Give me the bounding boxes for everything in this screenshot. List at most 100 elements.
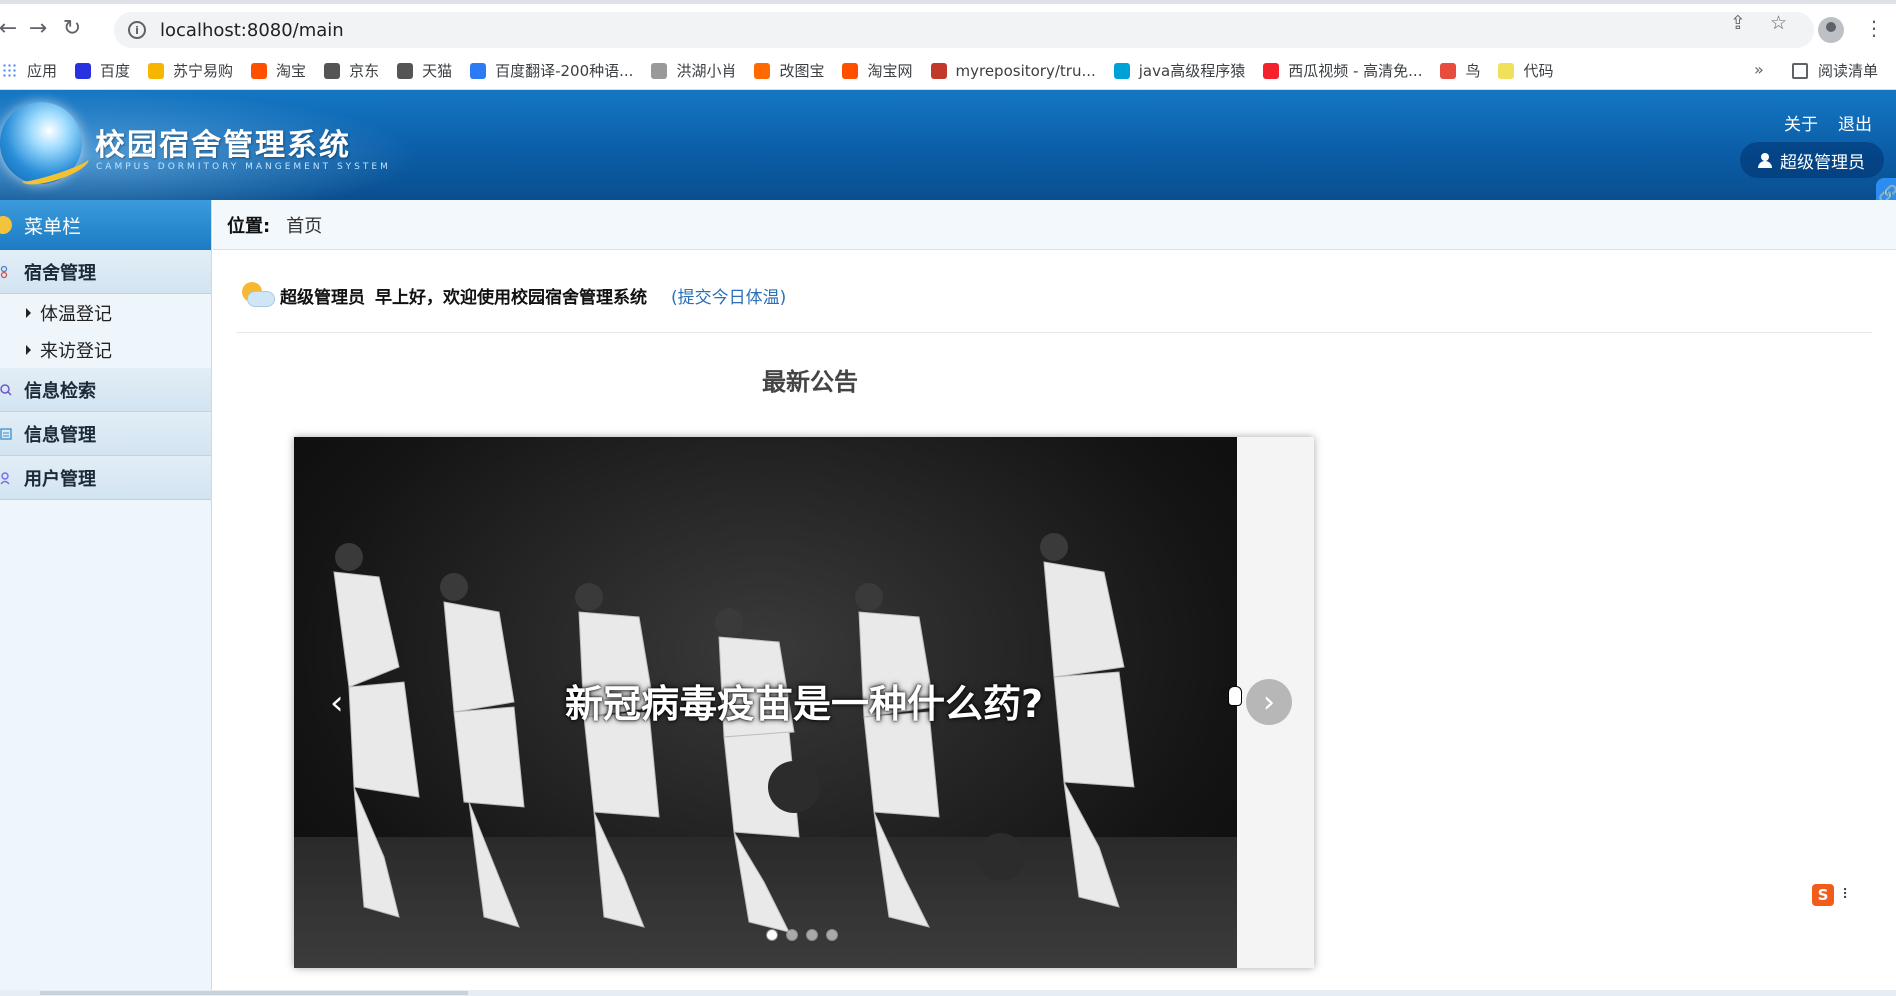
share-icon[interactable]: ⇪: [1730, 12, 1746, 34]
forward-icon[interactable]: →: [24, 14, 52, 42]
bookmark-favicon-icon: [1113, 62, 1130, 79]
bookmark-item[interactable]: 洪湖小肖: [651, 60, 736, 81]
carousel-prev-button[interactable]: ‹: [330, 683, 344, 723]
menu-icon[interactable]: ⋮: [1864, 16, 1884, 40]
bookmark-label: 淘宝网: [867, 62, 913, 80]
weather-icon: [238, 280, 276, 310]
bookmark-item[interactable]: 改图宝: [754, 60, 824, 81]
bookmark-item[interactable]: 应用: [2, 60, 57, 81]
user-icon: [0, 472, 10, 485]
logout-link[interactable]: 退出: [1838, 110, 1872, 135]
profile-avatar[interactable]: [1818, 17, 1844, 43]
carousel-dot[interactable]: [806, 929, 818, 941]
back-icon[interactable]: ←: [0, 14, 22, 42]
bookmark-item[interactable]: 淘宝: [251, 60, 306, 81]
bookmark-favicon-icon: [2, 62, 18, 79]
sogou-ime-icon[interactable]: S: [1812, 884, 1834, 906]
bookmark-label: 百度: [100, 62, 131, 80]
carousel-caption[interactable]: 新冠病毒疫苗是一种什么药?: [294, 673, 1314, 728]
bookmark-item[interactable]: java高级程序猿: [1113, 60, 1246, 81]
bookmark-item[interactable]: 鸟: [1440, 60, 1480, 81]
reading-list-button[interactable]: 阅读清单: [1792, 60, 1878, 81]
sidebar-section-label: 信息管理: [24, 424, 96, 446]
carousel-next-button[interactable]: ›: [1246, 679, 1292, 725]
bookmark-label: 鸟: [1465, 62, 1481, 80]
sidebar-section-label: 用户管理: [24, 468, 96, 490]
bookmark-favicon-icon: [1498, 62, 1515, 79]
horizontal-scrollbar[interactable]: [0, 990, 1896, 996]
browser-toolbar: ← → ↻ i localhost:8080/main ⇪ ☆ ⋮: [0, 0, 1896, 52]
bookmark-favicon-icon: [754, 62, 771, 79]
welcome-banner: 超级管理员 早上好，欢迎使用校园宿舍管理系统 (提交今日体温): [238, 278, 786, 312]
scrollbar-thumb[interactable]: [40, 991, 468, 995]
bookmark-label: 改图宝: [779, 62, 825, 80]
carousel-dot[interactable]: [826, 929, 838, 941]
user-name: 超级管理员: [1780, 152, 1865, 173]
sidebar-section-search[interactable]: 信息检索: [0, 368, 211, 412]
bookmark-favicon-icon: [470, 62, 487, 79]
welcome-user: 超级管理员: [280, 287, 365, 308]
reload-icon[interactable]: ↻: [58, 14, 86, 42]
bookmark-item[interactable]: 代码: [1498, 60, 1554, 81]
sidebar-section-label: 宿舍管理: [24, 262, 96, 284]
breadcrumb-home-link[interactable]: 首页: [286, 212, 322, 238]
bookmark-favicon-icon: [930, 62, 947, 79]
bookmark-item[interactable]: myrepository/tru...: [930, 62, 1096, 80]
bookmarks-more-button[interactable]: »: [1754, 60, 1764, 79]
bookmark-label: 洪湖小肖: [676, 62, 737, 80]
bookmark-label: 京东: [349, 62, 380, 80]
bookmark-label: 西瓜视频 - 高清免...: [1288, 62, 1423, 80]
sidebar-section-users[interactable]: 用户管理: [0, 456, 211, 500]
ime-menu-icon[interactable]: ⠇: [1842, 887, 1852, 903]
menu-dot-icon: [0, 216, 12, 234]
user-badge[interactable]: 超级管理员: [1740, 142, 1884, 178]
divider: [236, 332, 1872, 333]
app-header: 校园宿舍管理系统 CAMPUS DORMITORY MANGEMENT SYST…: [0, 90, 1896, 200]
notice-title: 最新公告: [762, 368, 858, 396]
bookmark-favicon-icon: [324, 62, 341, 79]
url-text[interactable]: localhost:8080/main: [160, 20, 344, 41]
bookmark-label: 百度翻译-200种语...: [495, 62, 634, 80]
sidebar-item-visitor[interactable]: 来访登记: [0, 331, 211, 368]
submit-temperature-link[interactable]: (提交今日体温): [671, 283, 786, 308]
sidebar-item-temperature[interactable]: 体温登记: [0, 294, 211, 331]
breadcrumb: 位置: 首页: [213, 200, 1896, 250]
carousel-indicators: [766, 929, 846, 941]
bookmark-item[interactable]: 百度翻译-200种语...: [470, 60, 633, 81]
notice-carousel[interactable]: 新冠病毒疫苗是一种什么药? ‹ ›: [294, 437, 1314, 968]
sidebar-section-info[interactable]: 信息管理: [0, 412, 211, 456]
bookmark-label: 代码: [1523, 62, 1554, 80]
bookmark-label: 应用: [27, 62, 58, 80]
app-subtitle: CAMPUS DORMITORY MANGEMENT SYSTEM: [96, 162, 391, 172]
ime-toolbar[interactable]: S ⠇: [1812, 882, 1872, 908]
bookmark-item[interactable]: 西瓜视频 - 高清免...: [1263, 60, 1422, 81]
bookmarks-bar: 应用 百度 苏宁易购 淘宝 京东 天猫 百度翻译-200种语... 洪湖小肖 改图宝 淘宝网 myr…: [0, 52, 1896, 90]
bookmark-item[interactable]: 京东: [324, 60, 379, 81]
carousel-dot[interactable]: [786, 929, 798, 941]
breadcrumb-label: 位置:: [227, 215, 271, 237]
search-icon: [0, 384, 12, 396]
about-link[interactable]: 关于: [1784, 110, 1818, 135]
star-icon[interactable]: ☆: [1770, 12, 1787, 34]
bookmark-favicon-icon: [148, 62, 165, 79]
bookmark-label: 淘宝: [276, 62, 307, 80]
sidebar-section-dorm[interactable]: 宿舍管理: [0, 250, 211, 294]
bookmark-item[interactable]: 苏宁易购: [148, 60, 233, 81]
bookmark-item[interactable]: 百度: [75, 60, 130, 81]
address-bar[interactable]: i localhost:8080/main: [114, 12, 1814, 48]
bookmark-item[interactable]: 天猫: [397, 60, 452, 81]
bookmark-label: 苏宁易购: [173, 62, 234, 80]
mouse-cursor: [1228, 686, 1242, 706]
bookmark-favicon-icon: [842, 62, 859, 79]
bookmark-label: 天猫: [422, 62, 453, 80]
carousel-dot[interactable]: [766, 929, 778, 941]
bookmark-label: java高级程序猿: [1138, 62, 1246, 80]
reading-list-icon: [1792, 62, 1808, 79]
bookmark-favicon-icon: [1263, 62, 1280, 79]
reading-list-label: 阅读清单: [1818, 62, 1879, 80]
site-info-icon[interactable]: i: [128, 21, 146, 39]
bookmark-item[interactable]: 淘宝网: [842, 60, 913, 81]
welcome-message: 早上好，欢迎使用校园宿舍管理系统: [375, 287, 647, 308]
sidebar-header: 菜单栏: [0, 200, 211, 250]
sidebar-title: 菜单栏: [24, 215, 82, 238]
